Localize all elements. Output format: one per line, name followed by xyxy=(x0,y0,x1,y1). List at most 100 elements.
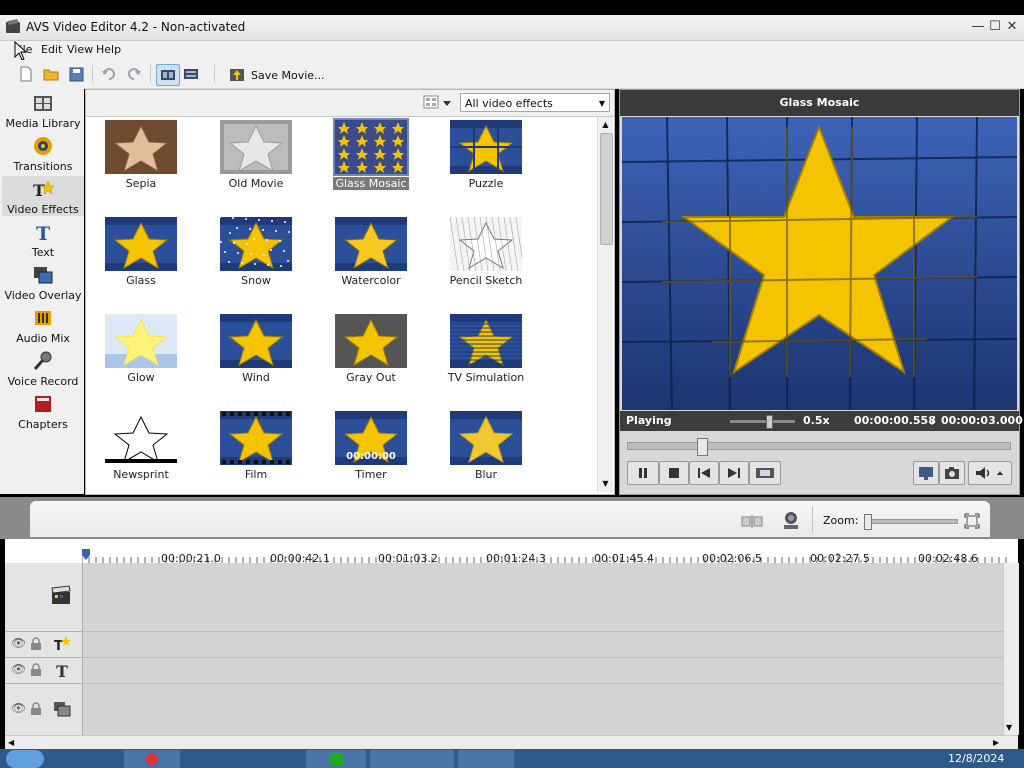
split-button[interactable] xyxy=(740,513,766,529)
timeline-vertical-scrollbar[interactable]: ▼ xyxy=(1003,563,1019,735)
new-project-button[interactable] xyxy=(16,64,36,84)
seek-bar-thumb[interactable] xyxy=(696,438,708,456)
scroll-right-icon[interactable]: ▶ xyxy=(993,738,999,747)
pause-button[interactable] xyxy=(627,461,659,485)
preview-status-bar: Playing 0.5x 00:00:00.558 / 00:00:03.000 xyxy=(620,411,1023,431)
effects-track[interactable] xyxy=(83,632,1003,658)
sidebar-item-video-overlay[interactable]: Video Overlay xyxy=(2,262,84,302)
sidebar-item-label: Media Library xyxy=(5,117,81,130)
taskbar-app[interactable] xyxy=(370,750,454,768)
stop-button[interactable] xyxy=(659,461,689,485)
sidebar-item-media-library[interactable]: Media Library xyxy=(2,90,84,130)
sidebar-item-voice-record[interactable]: Voice Record xyxy=(2,348,84,388)
effect-blur[interactable]: Blur xyxy=(431,408,541,492)
scrollbar-thumb[interactable] xyxy=(600,133,613,245)
speed-slider-thumb[interactable] xyxy=(765,415,773,429)
previous-frame-button[interactable] xyxy=(689,461,719,485)
monitor-icon xyxy=(919,467,933,480)
menu-edit[interactable]: Edit xyxy=(41,43,62,56)
effect-watercolor[interactable]: Watercolor xyxy=(316,214,426,304)
save-project-button[interactable] xyxy=(66,64,86,84)
sidebar-item-transitions[interactable]: Transitions xyxy=(2,133,84,173)
taskbar-app[interactable] xyxy=(306,750,366,768)
sidebar-item-label: Text xyxy=(31,246,55,259)
undo-icon xyxy=(102,68,115,80)
eye-icon[interactable]: 👁 xyxy=(11,662,26,676)
clapperboard-icon xyxy=(51,585,71,604)
effect-wind[interactable]: Wind xyxy=(201,311,311,401)
minimize-button[interactable]: — xyxy=(970,19,986,35)
effect-newsprint[interactable]: Newsprint xyxy=(86,408,196,492)
svg-text:T: T xyxy=(54,639,63,653)
sidebar-item-label: Voice Record xyxy=(7,375,79,388)
menu-help[interactable]: Help xyxy=(96,43,121,56)
effect-glass-mosaic[interactable]: Glass Mosaic xyxy=(316,117,426,207)
effect-sepia[interactable]: Sepia xyxy=(86,117,196,207)
maximize-button[interactable]: ☐ xyxy=(987,19,1003,35)
scroll-left-icon[interactable]: ◀ xyxy=(8,738,14,747)
eye-icon[interactable]: 👁 xyxy=(11,636,26,650)
effect-thumbnail xyxy=(220,217,292,271)
sidebar-item-audio-mix[interactable]: Audio Mix xyxy=(2,305,84,345)
effect-gray-out[interactable]: Gray Out xyxy=(316,311,426,401)
view-mode-button[interactable] xyxy=(423,95,453,111)
sidebar-item-text[interactable]: T Text xyxy=(2,219,84,259)
text-track[interactable] xyxy=(83,658,1003,684)
start-button[interactable] xyxy=(6,750,44,768)
effect-glow[interactable]: Glow xyxy=(86,311,196,401)
fullscreen-preview-button[interactable] xyxy=(749,461,781,485)
zoom-slider[interactable] xyxy=(864,514,958,530)
aspect-ratio-button[interactable] xyxy=(913,461,939,485)
volume-button[interactable] xyxy=(968,461,1012,485)
taskbar-app[interactable] xyxy=(458,750,514,768)
timeline-ruler[interactable]: 00:00:21.0 00:00:42.1 00:01:03.2 00:01:2… xyxy=(5,539,1018,565)
effect-puzzle[interactable]: Puzzle xyxy=(431,117,541,207)
effect-label-text: Glass Mosaic xyxy=(333,177,409,190)
effect-snow[interactable]: Snow xyxy=(201,214,311,304)
overlay-track[interactable] xyxy=(83,684,1003,734)
snapshot-button[interactable] xyxy=(939,461,965,485)
redo-button[interactable] xyxy=(124,64,144,84)
close-button[interactable]: ✕ xyxy=(1004,19,1020,35)
playhead-icon[interactable] xyxy=(82,549,90,561)
eye-icon[interactable]: 👁 xyxy=(11,701,26,715)
save-movie-icon xyxy=(230,69,244,81)
effect-timer[interactable]: 00:00:00 Timer xyxy=(316,408,426,492)
effect-tv-simulation[interactable]: TV Simulation xyxy=(431,311,541,401)
effect-old-movie[interactable]: Old Movie xyxy=(201,117,311,207)
zoom-slider-thumb[interactable] xyxy=(864,514,872,530)
effect-thumbnail xyxy=(450,120,522,174)
chapters-icon xyxy=(35,396,51,412)
next-frame-button[interactable] xyxy=(719,461,749,485)
sidebar-item-chapters[interactable]: Chapters xyxy=(2,391,84,431)
effects-grid: Sepia Old Movie Glass Mosaic Puzzle Glass Sno… xyxy=(86,117,597,492)
undo-button[interactable] xyxy=(99,64,119,84)
effect-glass[interactable]: Glass xyxy=(86,214,196,304)
effect-label: Glow xyxy=(86,371,196,384)
lock-icon[interactable] xyxy=(30,702,42,716)
lock-icon[interactable] xyxy=(30,663,42,677)
scroll-down-icon[interactable]: ▼ xyxy=(599,477,612,490)
taskbar-app[interactable] xyxy=(124,750,180,768)
sidebar-item-video-effects[interactable]: T Video Effects xyxy=(2,176,84,216)
effect-film[interactable]: Film xyxy=(201,408,311,492)
speed-slider[interactable] xyxy=(730,415,795,429)
timeline-view-icon xyxy=(184,69,198,79)
record-narration-button[interactable] xyxy=(780,510,804,532)
timeline-view-button[interactable] xyxy=(181,64,201,84)
scroll-up-icon[interactable]: ▲ xyxy=(599,118,612,131)
effect-thumbnail xyxy=(105,217,177,271)
fit-to-window-button[interactable] xyxy=(964,513,980,529)
seek-bar[interactable] xyxy=(627,438,1011,456)
lock-icon[interactable] xyxy=(30,637,42,651)
save-movie-button[interactable]: Save Movie... xyxy=(229,66,325,84)
storyboard-view-button[interactable] xyxy=(156,64,180,86)
effects-filter-dropdown[interactable]: All video effects ▼ xyxy=(460,93,610,112)
effect-pencil-sketch[interactable]: Pencil Sketch xyxy=(431,214,541,304)
effects-scrollbar[interactable]: ▲ ▼ xyxy=(597,117,613,492)
video-track[interactable] xyxy=(83,563,1003,632)
timeline-horizontal-scrollbar[interactable]: ◀ ▶ xyxy=(5,735,1018,750)
scroll-down-icon[interactable]: ▼ xyxy=(1006,723,1012,732)
open-project-button[interactable] xyxy=(41,64,61,84)
menu-view[interactable]: View xyxy=(67,43,93,56)
